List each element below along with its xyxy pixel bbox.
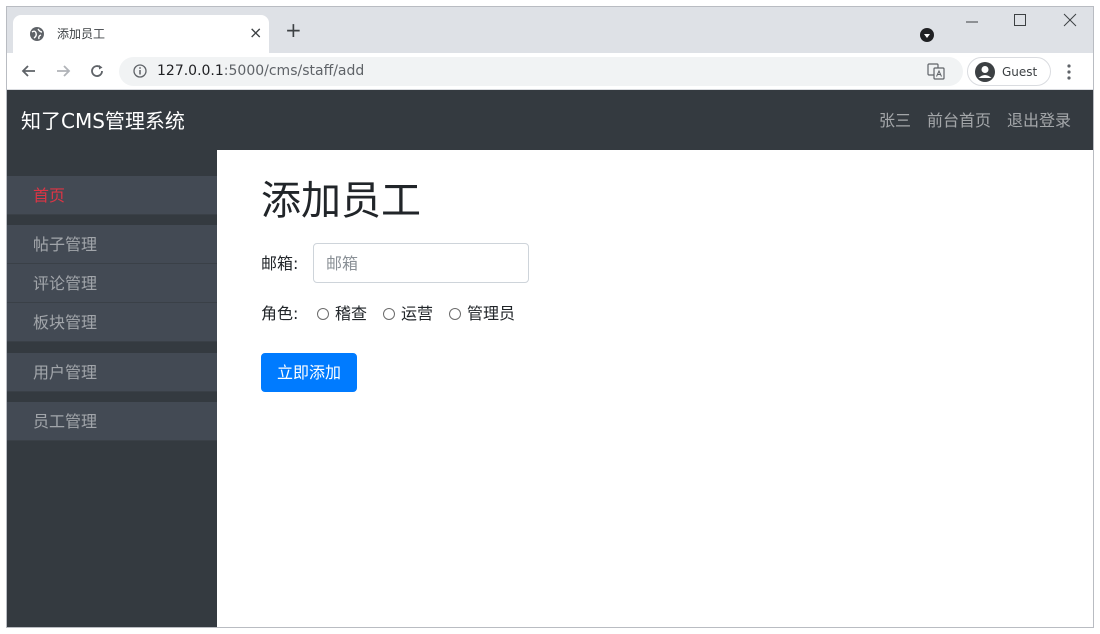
role-label: 角色: xyxy=(261,304,299,323)
sidebar: 首页 帖子管理 评论管理 板块管理 用户管理 员工管理 xyxy=(7,150,217,627)
globe-icon xyxy=(30,27,44,41)
nav-user-link[interactable]: 张三 xyxy=(879,111,911,131)
sidebar-group-staff: 员工管理 xyxy=(7,402,217,441)
sidebar-item-staff[interactable]: 员工管理 xyxy=(7,402,217,441)
submit-add-button[interactable]: 立即添加 xyxy=(261,353,357,392)
url-text[interactable]: 127.0.0.1:5000/cms/staff/add xyxy=(157,63,364,80)
brand-logo[interactable]: 知了CMS管理系统 xyxy=(21,109,185,133)
main-content: 添加员工 邮箱: 角色: 稽查 运营 管理员 立即添加 xyxy=(217,150,1093,627)
sidebar-group-content: 帖子管理 评论管理 板块管理 xyxy=(7,225,217,342)
sidebar-item-users[interactable]: 用户管理 xyxy=(7,353,217,392)
role-option-label: 管理员 xyxy=(467,304,516,323)
radio-button[interactable] xyxy=(317,308,329,320)
role-option-admin[interactable]: 管理员 xyxy=(449,304,515,324)
top-navbar: 知了CMS管理系统 张三 前台首页 退出登录 xyxy=(7,90,1093,150)
browser-toolbar: 127.0.0.1:5000/cms/staff/add Guest xyxy=(7,53,1093,90)
minimize-icon[interactable] xyxy=(965,15,979,29)
cms-app: 知了CMS管理系统 张三 前台首页 退出登录 首页 帖子管理 评论管理 板块管理… xyxy=(7,90,1093,627)
window-close-icon[interactable] xyxy=(1063,13,1077,27)
url-host: 127.0.0.1 xyxy=(157,63,224,79)
browser-tab[interactable]: 添加员工 × xyxy=(13,15,269,53)
tab-title: 添加员工 xyxy=(57,27,106,41)
tab-strip: 添加员工 × + xyxy=(7,7,1093,53)
role-option-inspector[interactable]: 稽查 xyxy=(317,304,367,324)
avatar-icon xyxy=(975,62,995,82)
navbar-links: 张三 前台首页 退出登录 xyxy=(879,111,1071,131)
nav-logout-link[interactable]: 退出登录 xyxy=(1007,111,1071,131)
sidebar-item-boards[interactable]: 板块管理 xyxy=(7,303,217,342)
email-input[interactable] xyxy=(313,243,529,283)
sidebar-item-posts[interactable]: 帖子管理 xyxy=(7,225,217,264)
page-title: 添加员工 xyxy=(261,178,421,224)
radio-button[interactable] xyxy=(383,308,396,320)
extension-icon[interactable] xyxy=(919,27,935,43)
sidebar-group-users: 用户管理 xyxy=(7,353,217,392)
role-option-operations[interactable]: 运营 xyxy=(383,304,433,324)
nav-front-home-link[interactable]: 前台首页 xyxy=(927,111,991,131)
url-path: :5000/cms/staff/add xyxy=(223,63,365,79)
role-option-label: 稽查 xyxy=(335,304,368,323)
sidebar-item-comments[interactable]: 评论管理 xyxy=(7,264,217,303)
sidebar-item-home[interactable]: 首页 xyxy=(7,176,217,215)
reload-icon[interactable] xyxy=(89,63,105,79)
radio-button[interactable] xyxy=(449,308,462,320)
forward-arrow-icon[interactable] xyxy=(55,63,71,79)
profile-label: Guest xyxy=(1002,65,1038,79)
tab-close-icon[interactable]: × xyxy=(249,24,262,42)
role-option-label: 运营 xyxy=(401,304,434,323)
info-icon[interactable] xyxy=(133,64,147,78)
maximize-icon[interactable] xyxy=(1013,13,1027,27)
sidebar-group-home: 首页 xyxy=(7,176,217,215)
back-arrow-icon[interactable] xyxy=(21,63,37,79)
role-radio-group: 稽查 运营 管理员 xyxy=(317,304,531,324)
address-bar[interactable]: 127.0.0.1:5000/cms/staff/add xyxy=(119,57,963,86)
translate-icon[interactable] xyxy=(927,63,945,80)
browser-window: 添加员工 × + 127.0.0.1:5000/cms/staff/add Gu… xyxy=(6,6,1094,628)
more-menu-icon[interactable] xyxy=(1065,63,1073,81)
email-label: 邮箱: xyxy=(261,254,299,273)
new-tab-button[interactable]: + xyxy=(285,20,302,40)
profile-button[interactable]: Guest xyxy=(967,57,1051,86)
